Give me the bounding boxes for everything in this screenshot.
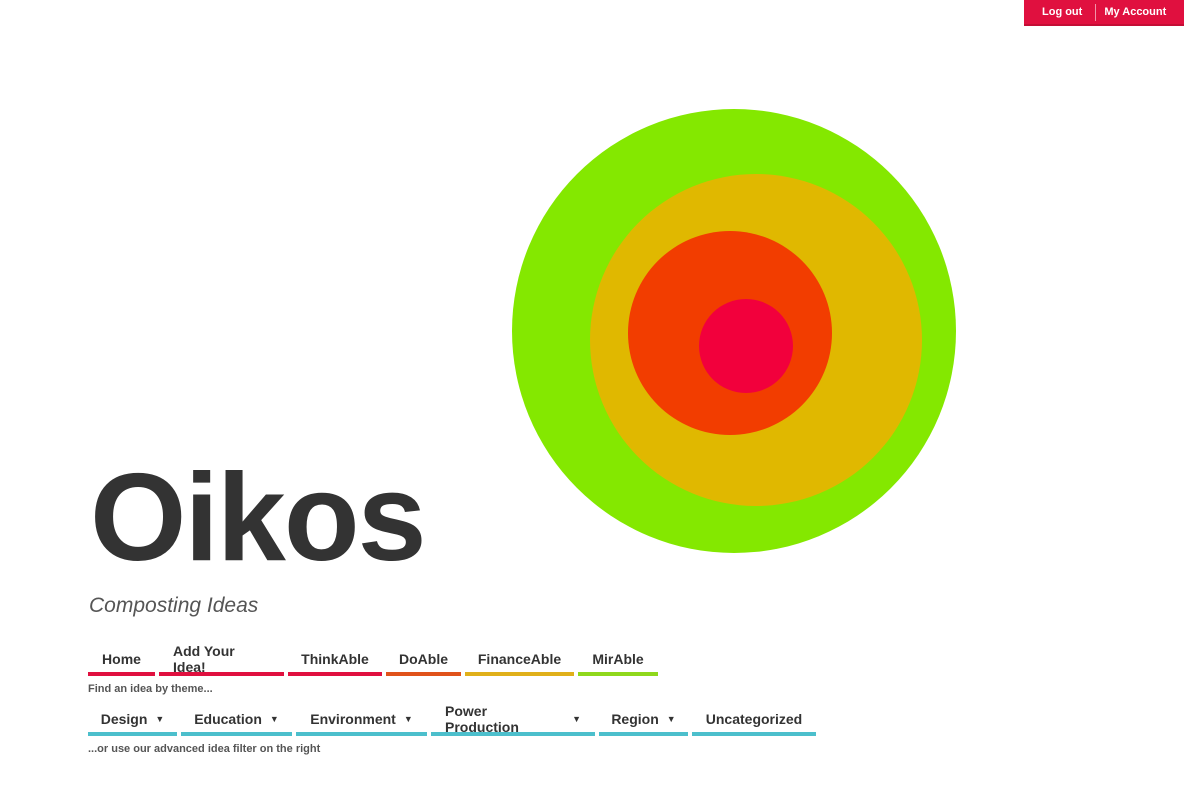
nav-item-label: FinanceAble [477,651,562,667]
chevron-down-icon: ▼ [403,714,413,724]
nav-item-home[interactable]: Home [88,646,155,676]
nav-item-add-your-idea[interactable]: Add Your Idea! [159,643,284,676]
nav-item-label: MirAble [592,651,644,667]
filter-hint: ...or use our advanced idea filter on th… [88,743,321,755]
chevron-down-icon: ▼ [155,714,165,724]
site-tagline: Composting Ideas [89,594,259,617]
chevron-down-icon: ▼ [666,714,676,724]
my-account-link[interactable]: My Account [1096,0,1172,24]
theme-item-label: Education [194,711,262,727]
logo-ring-center [699,299,793,393]
theme-hint: Find an idea by theme... [88,683,213,695]
theme-item-environment[interactable]: Environment ▼ [296,706,427,736]
chevron-down-icon: ▼ [269,714,279,724]
nav-item-label: Add Your Idea! [173,643,235,675]
theme-item-label: Region [611,711,659,727]
logout-link[interactable]: Log out [1024,0,1095,24]
theme-item-label: Environment [310,711,396,727]
nav-item-doable[interactable]: DoAble [386,646,461,676]
theme-item-region[interactable]: Region ▼ [599,706,688,736]
theme-item-uncategorized[interactable]: Uncategorized [692,706,816,736]
site-title[interactable]: Oikos [90,456,427,580]
theme-item-label: Power Production [445,703,519,735]
theme-item-power-production[interactable]: Power Production ▼ [431,703,595,736]
main-nav: Home Add Your Idea! ThinkAble DoAble Fin… [88,643,662,676]
theme-item-label: Uncategorized [705,711,803,727]
nav-item-financeable[interactable]: FinanceAble [465,646,574,676]
logo-ring-second [590,174,922,506]
logo-ring-third [628,231,832,435]
theme-item-design[interactable]: Design ▼ [88,706,177,736]
nav-item-label: DoAble [399,651,448,667]
logo-ring-outer [512,109,956,553]
theme-nav: Design ▼ Education ▼ Environment ▼ Power Pr… [88,703,820,736]
nav-item-mirable[interactable]: MirAble [578,646,658,676]
theme-item-education[interactable]: Education ▼ [181,706,292,736]
chevron-down-icon: ▼ [572,714,581,724]
account-bar: Log out My Account [1024,0,1184,24]
theme-item-label: Design [100,711,148,727]
nav-item-label: Home [102,651,141,667]
nav-item-label: ThinkAble [301,651,369,667]
nav-item-thinkable[interactable]: ThinkAble [288,646,382,676]
